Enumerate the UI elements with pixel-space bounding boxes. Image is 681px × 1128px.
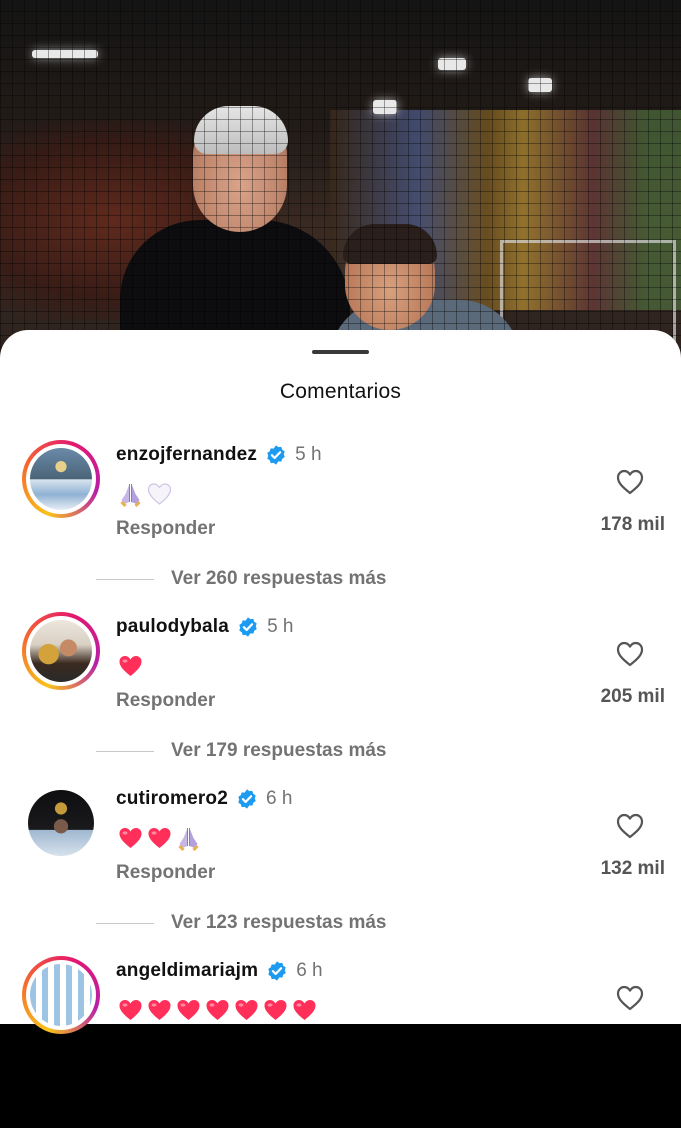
red-heart-emoji-icon [261,996,290,1024]
comment-username[interactable]: enzojfernandez [116,440,257,470]
like-count: 205 mil [600,686,665,707]
red-heart-emoji-icon [116,824,145,852]
comment-text [116,648,145,684]
reply-button[interactable]: Responder [116,690,215,712]
pray-emoji-icon [174,824,203,852]
comment-text [116,820,203,856]
avatar[interactable] [22,612,100,690]
avatar[interactable] [22,440,100,518]
avatar[interactable] [22,784,100,862]
red-heart-emoji-icon [290,996,319,1024]
comment-item: enzojfernandez 5 h Responder 178 mil Ver… [0,440,681,612]
view-replies-label: Ver 179 respuestas más [171,740,387,761]
verified-badge-icon [236,788,258,810]
comment-time: 6 h [266,788,293,809]
comment-username[interactable]: cutiromero2 [116,784,228,814]
verified-badge-icon [266,960,288,982]
comment-username[interactable]: angeldimariajm [116,956,258,986]
divider [96,578,154,580]
avatar-image [28,790,94,856]
avatar-image [30,448,92,510]
like-count: 178 mil [600,514,665,535]
comment-time: 5 h [295,444,322,465]
red-heart-emoji-icon [145,996,174,1024]
comment-item: cutiromero2 6 h Responder 132 mil Ver 12… [0,784,681,956]
heart-outline-icon[interactable] [615,468,645,496]
photo-net-overlay [0,0,681,380]
like-count: 132 mil [600,858,665,879]
view-replies-button[interactable]: Ver 260 respuestas más [96,564,387,594]
comment-username[interactable]: paulodybala [116,612,229,642]
view-replies-button[interactable]: Ver 123 respuestas más [96,908,387,938]
white-heart-emoji-icon [145,480,174,508]
comment-time: 6 h [296,960,323,981]
drag-handle[interactable] [312,350,369,354]
heart-outline-icon[interactable] [615,640,645,668]
avatar-image [30,620,92,682]
heart-outline-icon[interactable] [615,984,645,1012]
red-heart-emoji-icon [116,652,145,680]
divider [96,922,154,924]
red-heart-emoji-icon [174,996,203,1024]
red-heart-emoji-icon [203,996,232,1024]
view-replies-label: Ver 123 respuestas más [171,912,387,933]
avatar[interactable] [22,956,100,1034]
comments-sheet: Comentarios enzojfernandez 5 h Responder… [0,330,681,1034]
sheet-title: Comentarios [279,380,402,403]
divider [96,750,154,752]
verified-badge-icon [265,444,287,466]
post-photo [0,0,681,380]
reply-button[interactable]: Responder [116,518,215,540]
view-replies-label: Ver 260 respuestas más [171,568,387,589]
view-replies-button[interactable]: Ver 179 respuestas más [96,736,387,766]
comment-time: 5 h [267,616,294,637]
red-heart-emoji-icon [232,996,261,1024]
reply-button[interactable]: Responder [116,862,215,884]
comment-text [116,992,319,1028]
avatar-image [30,964,92,1026]
comment-item: angeldimariajm 6 h [0,956,681,1128]
verified-badge-icon [237,616,259,638]
red-heart-emoji-icon [116,996,145,1024]
heart-outline-icon[interactable] [615,812,645,840]
red-heart-emoji-icon [145,824,174,852]
comment-item: paulodybala 5 h Responder 205 mil Ver 17… [0,612,681,784]
comment-text [116,476,174,512]
pray-emoji-icon [116,480,145,508]
